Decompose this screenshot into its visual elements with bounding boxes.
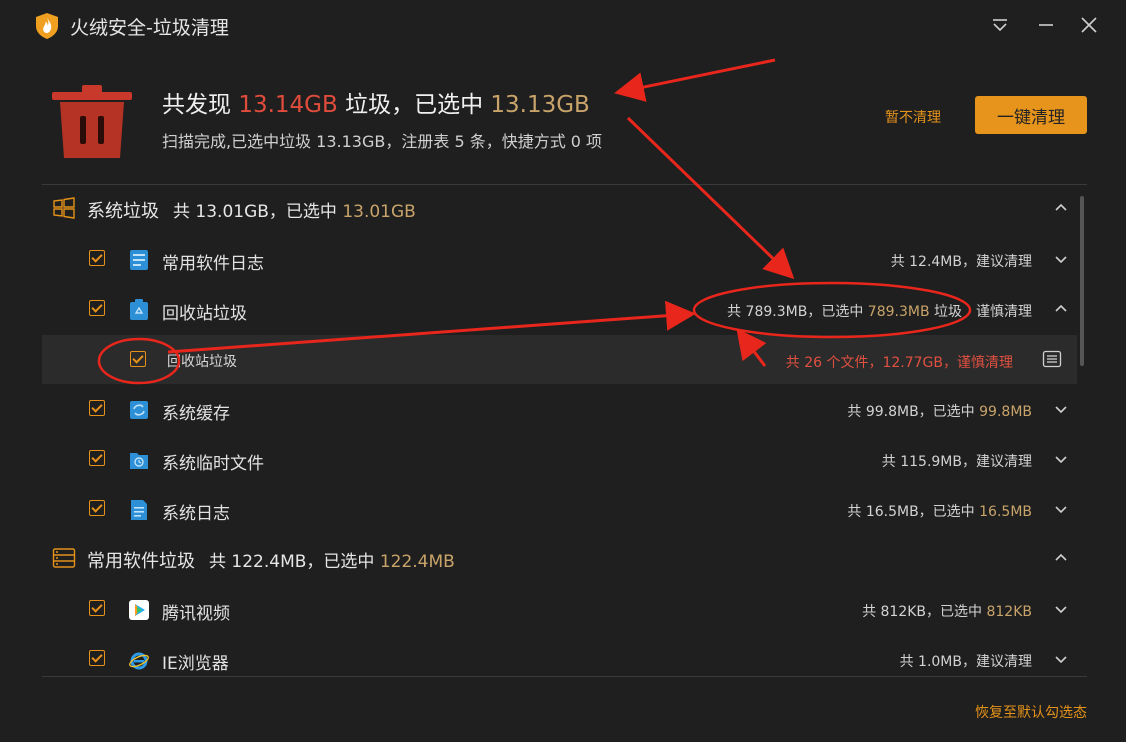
item-checkbox[interactable] — [89, 250, 105, 266]
item-name: 回收站垃圾 — [162, 304, 247, 324]
headline-middle: 垃圾，已选中 — [337, 92, 491, 118]
item-name: 腾讯视频 — [162, 604, 230, 624]
chevron-up-icon[interactable] — [1053, 301, 1069, 317]
list-item[interactable]: 腾讯视频 共 812KB，已选中 812KB — [42, 585, 1077, 635]
menu-dropdown-icon — [993, 19, 1007, 32]
item-stat: 共 12.4MB，建议清理 — [891, 251, 1032, 271]
chevron-down-icon[interactable] — [1053, 251, 1069, 267]
category-name: 系统垃圾 — [87, 201, 159, 222]
item-checkbox[interactable] — [89, 300, 105, 316]
item-checkbox[interactable] — [89, 500, 105, 516]
category-label: 常用软件垃圾共 122.4MB，已选中 122.4MB — [87, 547, 455, 573]
stat-selected: 16.5MB — [979, 504, 1032, 520]
list-item[interactable]: 系统日志 共 16.5MB，已选中 16.5MB — [42, 485, 1077, 535]
close-icon — [1081, 17, 1097, 33]
minimize-icon — [1039, 24, 1053, 26]
temp-folder-icon — [130, 453, 148, 469]
huorong-shield-icon — [36, 13, 58, 39]
found-size: 13.14GB — [238, 92, 338, 118]
windows-logo-icon — [53, 197, 75, 219]
menu-button[interactable] — [987, 12, 1013, 38]
sub-list-item[interactable]: 回收站垃圾 共 26 个文件，12.77GB，谨慎清理 — [42, 335, 1077, 384]
category-summary: 共 122.4MB，已选中 122.4MB — [209, 552, 455, 572]
subitem-name: 回收站垃圾 — [167, 354, 237, 370]
chevron-down-icon[interactable] — [1053, 451, 1069, 467]
item-checkbox[interactable] — [89, 600, 105, 616]
summary-selected: 13.01GB — [342, 202, 416, 222]
scan-headline: 共发现 13.14GB 垃圾，已选中 13.13GB — [162, 85, 590, 119]
restore-default-link[interactable]: 恢复至默认勾选态 — [975, 702, 1087, 722]
item-name: 系统缓存 — [162, 404, 230, 424]
item-checkbox[interactable] — [89, 650, 105, 666]
item-name: 系统临时文件 — [162, 454, 264, 474]
stat-selected: 99.8MB — [979, 404, 1032, 420]
stat-text: 共 812KB，已选中 — [862, 604, 987, 620]
chevron-down-icon[interactable] — [1053, 501, 1069, 517]
item-stat: 共 789.3MB，已选中 789.3MB 垃圾 谨慎清理 — [727, 301, 1032, 321]
software-list-icon — [52, 548, 76, 568]
headline-prefix: 共发现 — [162, 92, 239, 118]
details-list-icon[interactable] — [1042, 349, 1062, 369]
recycle-bin-icon — [130, 299, 148, 320]
category-software-junk[interactable]: 常用软件垃圾共 122.4MB，已选中 122.4MB — [42, 535, 1077, 585]
ie-browser-icon — [129, 652, 149, 670]
stat-suffix: 垃圾 谨慎清理 — [929, 304, 1032, 320]
item-stat: 共 812KB，已选中 812KB — [862, 601, 1032, 621]
item-checkbox[interactable] — [89, 400, 105, 416]
stat-text: 共 115.9MB，建议清理 — [881, 454, 1032, 470]
item-name: IE浏览器 — [162, 654, 229, 674]
stat-text: 共 12.4MB，建议清理 — [890, 254, 1032, 270]
chevron-up-icon[interactable] — [1053, 200, 1069, 216]
scan-subline: 扫描完成,已选中垃圾 13.13GB，注册表 5 条，快捷方式 0 项 — [162, 132, 603, 151]
one-click-clean-button[interactable]: 一键清理 — [975, 96, 1087, 134]
list-item[interactable]: 系统缓存 共 99.8MB，已选中 99.8MB — [42, 385, 1077, 435]
subitem-checkbox[interactable] — [130, 351, 146, 367]
item-name: 系统日志 — [162, 504, 230, 524]
selected-size: 13.13GB — [490, 92, 590, 118]
stat-selected: 789.3MB — [867, 304, 930, 320]
subitem-stat: 共 26 个文件，12.77GB，谨慎清理 — [785, 355, 1013, 371]
stat-text: 共 99.8MB，已选中 — [847, 404, 980, 420]
item-stat: 共 115.9MB，建议清理 — [882, 451, 1032, 471]
tencent-video-icon — [129, 600, 149, 620]
list-item[interactable]: IE浏览器 共 1.0MB，建议清理 — [42, 635, 1077, 675]
scan-summary: 共发现 13.14GB 垃圾，已选中 13.13GB 扫描完成,已选中垃圾 13… — [0, 60, 1126, 180]
trash-bin-icon — [52, 85, 132, 158]
chevron-up-icon[interactable] — [1053, 550, 1069, 566]
item-checkbox[interactable] — [89, 450, 105, 466]
category-name: 常用软件垃圾 — [87, 551, 195, 572]
summary-selected: 122.4MB — [379, 552, 455, 572]
stat-text: 共 16.5MB，已选中 — [847, 504, 980, 520]
category-label: 系统垃圾共 13.01GB，已选中 13.01GB — [87, 197, 416, 223]
summary-text: 共 13.01GB，已选中 — [173, 202, 343, 222]
chevron-down-icon[interactable] — [1053, 401, 1069, 417]
summary-text: 共 122.4MB，已选中 — [209, 552, 380, 572]
minimize-button[interactable] — [1033, 12, 1059, 38]
item-name: 常用软件日志 — [162, 254, 264, 274]
chevron-down-icon[interactable] — [1053, 601, 1069, 617]
log-file-icon — [130, 250, 148, 270]
list-item[interactable]: 回收站垃圾 共 789.3MB，已选中 789.3MB 垃圾 谨慎清理 — [42, 285, 1077, 335]
junk-list: 系统垃圾共 13.01GB，已选中 13.01GB 常用软件日志 共 12.4M… — [42, 185, 1087, 675]
list-scrollbar[interactable] — [1080, 196, 1084, 366]
cache-icon — [130, 401, 148, 419]
stat-selected: 812KB — [986, 604, 1032, 620]
item-stat: 共 16.5MB，已选中 16.5MB — [847, 501, 1032, 521]
stat-text: 共 1.0MB，建议清理 — [899, 654, 1032, 670]
window-title: 火绒安全-垃圾清理 — [70, 17, 229, 39]
category-system-junk[interactable]: 系统垃圾共 13.01GB，已选中 13.01GB — [42, 185, 1077, 235]
chevron-down-icon[interactable] — [1053, 651, 1069, 667]
stat-text: 共 789.3MB，已选中 — [727, 304, 868, 320]
item-stat: 共 1.0MB，建议清理 — [900, 651, 1032, 671]
close-button[interactable] — [1076, 12, 1102, 38]
list-item[interactable]: 系统临时文件 共 115.9MB，建议清理 — [42, 435, 1077, 485]
skip-clean-link[interactable]: 暂不清理 — [885, 107, 941, 127]
system-log-icon — [131, 500, 147, 520]
item-stat: 共 99.8MB，已选中 99.8MB — [847, 401, 1032, 421]
title-bar: 火绒安全-垃圾清理 — [0, 0, 1126, 52]
divider — [42, 676, 1087, 677]
category-summary: 共 13.01GB，已选中 13.01GB — [173, 202, 416, 222]
list-item[interactable]: 常用软件日志 共 12.4MB，建议清理 — [42, 235, 1077, 285]
